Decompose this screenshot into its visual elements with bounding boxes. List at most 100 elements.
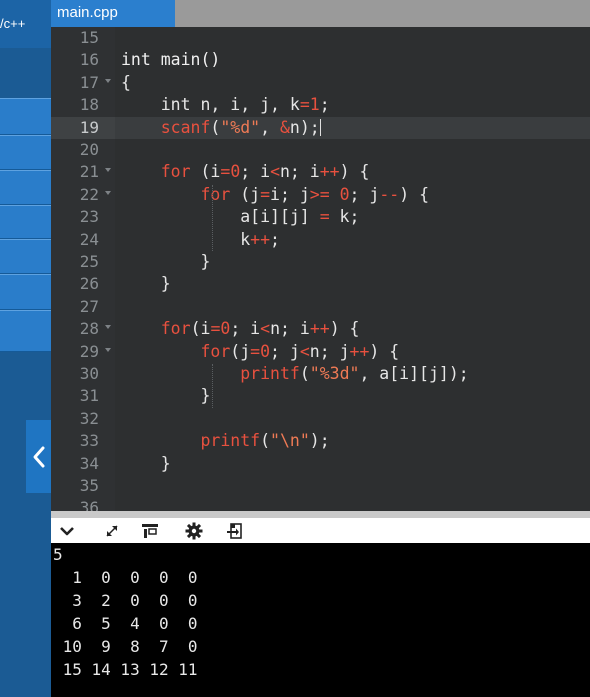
code-token: = — [210, 319, 221, 339]
layout-button[interactable] — [139, 521, 161, 541]
code-token: n; i — [270, 319, 310, 339]
sidebar-item[interactable] — [0, 239, 51, 274]
code-token: n); — [289, 117, 320, 137]
code-token: = — [319, 207, 330, 227]
console-output[interactable]: 5 1 0 0 0 0 3 2 0 0 0 6 5 4 0 0 10 9 8 7… — [51, 543, 590, 697]
line-number: 21 — [79, 162, 99, 182]
layout-icon — [142, 524, 158, 538]
fold-toggle-icon[interactable] — [105, 168, 111, 173]
gutter-cell: 32 — [51, 408, 115, 430]
code-text: } — [121, 453, 171, 475]
code-token: ; — [270, 229, 280, 249]
code-token: ) { — [329, 319, 360, 339]
code-token: ( — [260, 431, 271, 451]
output-line: 15 14 13 12 11 — [53, 660, 198, 679]
code-token: < — [260, 319, 271, 339]
gutter-cell: 26 — [51, 273, 115, 295]
code-line[interactable]: 23 a[i][j] = k; — [51, 206, 590, 228]
line-number: 19 — [79, 117, 99, 137]
collapse-sidebar-button[interactable] — [26, 420, 51, 493]
code-token: k — [121, 229, 251, 249]
code-line[interactable]: 19 scanf("%d", &n); — [51, 116, 590, 139]
output-line: 5 — [53, 545, 63, 564]
code-token: "%3d" — [309, 364, 360, 383]
gutter-cell: 27 — [51, 296, 115, 318]
sidebar-header-label: /c++ — [0, 16, 26, 31]
fold-toggle-icon[interactable] — [105, 190, 111, 195]
line-number: 33 — [79, 431, 99, 451]
code-token: printf — [200, 431, 261, 451]
code-line[interactable]: 36 — [51, 497, 590, 511]
code-line[interactable]: 17 { — [51, 72, 590, 94]
expand-console-button[interactable] — [101, 521, 123, 541]
gutter-cell: 25 — [51, 251, 115, 273]
sidebar-item[interactable] — [0, 170, 51, 205]
gutter-cell: 18 — [51, 94, 115, 116]
code-token: 0 — [260, 341, 271, 361]
code-token: a[i][j] — [121, 207, 320, 227]
line-number: 15 — [79, 28, 99, 47]
sidebar-item[interactable] — [0, 274, 51, 310]
output-line: 10 9 8 7 0 — [53, 637, 198, 656]
code-text: k++; — [121, 229, 280, 251]
code-line[interactable]: 29 for(j=0; j<n; j++) { — [51, 341, 590, 363]
code-token: < — [270, 162, 280, 182]
code-token: ++ — [349, 341, 370, 361]
line-number: 36 — [79, 498, 99, 511]
code-text: scanf("%d", &n); — [121, 117, 321, 139]
code-line[interactable]: 30 printf("%3d", a[i][j]); — [51, 363, 590, 385]
code-line[interactable]: 31 } — [51, 385, 590, 407]
gear-icon — [185, 522, 203, 540]
code-text: } — [121, 385, 210, 407]
code-token: ++ — [309, 319, 330, 339]
line-number: 28 — [79, 319, 99, 339]
tab-main-cpp[interactable]: main.cpp — [51, 0, 175, 27]
code-token: (j — [230, 184, 261, 204]
gutter-cell: 35 — [51, 475, 115, 497]
code-line[interactable]: 33 printf("\n"); — [51, 430, 590, 452]
code-line[interactable]: 18 int n, i, j, k=1; — [51, 94, 590, 116]
fold-toggle-icon[interactable] — [105, 78, 111, 83]
code-line[interactable]: 15 — [51, 27, 590, 49]
export-button[interactable] — [224, 521, 246, 541]
code-line[interactable]: 25 } — [51, 251, 590, 273]
code-line[interactable]: 22 for (j=i; j>= 0; j--) { — [51, 184, 590, 206]
code-token: ( — [299, 364, 310, 383]
code-line[interactable]: 21 for (i=0; i<n; i++) { — [51, 161, 590, 183]
code-editor[interactable]: 15 16 int main() 17{18 int n, i, j, k=1; 19 … — [51, 27, 590, 511]
fold-toggle-icon[interactable] — [105, 325, 111, 330]
code-line[interactable]: 28 for(i=0; i<n; i++) { — [51, 318, 590, 340]
file-sidebar: /c++ — [0, 0, 51, 697]
code-line[interactable]: 35 — [51, 475, 590, 497]
code-text: a[i][j] = k; — [121, 206, 359, 228]
console-toolbar — [51, 511, 590, 543]
sidebar-item[interactable] — [0, 98, 51, 135]
gutter-cell: 21 — [51, 161, 115, 183]
sidebar-item[interactable] — [0, 205, 51, 239]
line-number: 34 — [79, 453, 99, 473]
code-text: int main() — [121, 49, 220, 71]
code-line[interactable]: 24 k++; — [51, 229, 590, 251]
code-line[interactable]: 26 } — [51, 273, 590, 295]
code-text: printf("%3d", a[i][j]); — [121, 363, 469, 385]
code-line[interactable]: 20 — [51, 139, 590, 161]
sidebar-header[interactable]: /c++ — [0, 0, 51, 48]
collapse-console-button[interactable] — [56, 521, 78, 541]
code-line[interactable]: 32 — [51, 408, 590, 430]
settings-button[interactable] — [183, 521, 205, 541]
gutter-cell: 23 — [51, 206, 115, 228]
text-cursor — [319, 118, 321, 136]
sidebar-item[interactable] — [0, 135, 51, 170]
code-token: for — [200, 184, 231, 204]
sidebar-item[interactable] — [0, 310, 51, 352]
code-line[interactable]: 27 — [51, 296, 590, 318]
code-token: ) { — [399, 184, 430, 204]
code-token: & — [279, 117, 290, 137]
code-token: for — [160, 162, 191, 182]
code-line[interactable]: 16 int main() — [51, 49, 590, 71]
code-line[interactable]: 34 } — [51, 453, 590, 475]
fold-toggle-icon[interactable] — [105, 347, 111, 352]
